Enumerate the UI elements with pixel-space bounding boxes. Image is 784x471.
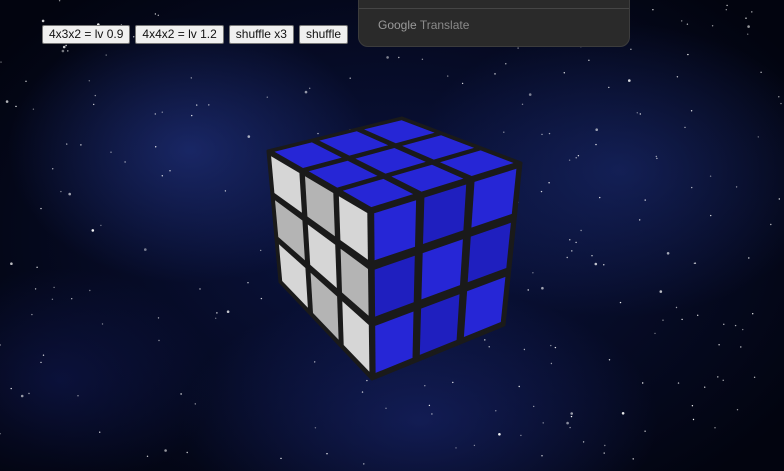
shuffle-button[interactable]: shuffle bbox=[298, 25, 349, 44]
level-4x4x2-button[interactable]: 4x4x2 = lv 1.2 bbox=[135, 25, 224, 44]
game-viewport[interactable] bbox=[0, 0, 784, 471]
google-translate-popup: Google Translate bbox=[358, 0, 630, 47]
level-4x3x2-button[interactable]: 4x3x2 = lv 0.9 bbox=[42, 25, 131, 44]
google-logo-text: Google bbox=[378, 18, 417, 32]
level-toolbar: 4x3x2 = lv 0.9 4x4x2 = lv 1.2 shuffle x3… bbox=[42, 25, 349, 44]
popup-divider bbox=[359, 8, 629, 9]
translate-label: Translate bbox=[419, 18, 470, 32]
rubiks-cube[interactable] bbox=[0, 0, 784, 471]
shuffle-x3-button[interactable]: shuffle x3 bbox=[228, 25, 294, 44]
google-translate-branding: Google Translate bbox=[378, 18, 469, 32]
